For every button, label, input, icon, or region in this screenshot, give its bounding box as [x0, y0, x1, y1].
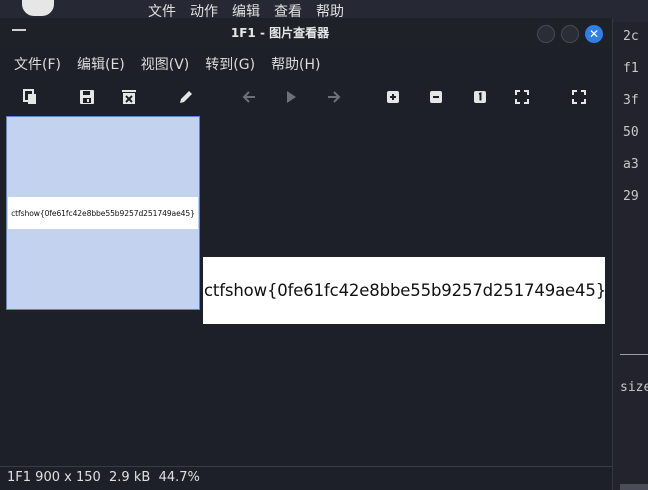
menu-file[interactable]: 文件(F) [14, 54, 61, 74]
hex-value: 2c [623, 29, 639, 44]
menu-view[interactable]: 视图(V) [141, 54, 190, 74]
save-icon [80, 90, 94, 104]
menu-go[interactable]: 转到(G) [205, 54, 255, 74]
displayed-image[interactable]: ctfshow{0fe61fc42e8bbe55b9257d251749ae45… [203, 257, 605, 324]
thumbnail-item-selected[interactable]: ctfshow{0fe61fc42e8bbe55b9257d251749ae45… [6, 116, 200, 310]
status-filesize: 2.9 kB [109, 470, 151, 485]
original-size-button[interactable] [471, 88, 489, 106]
fit-icon [515, 90, 529, 104]
zoom-in-button[interactable] [384, 88, 402, 106]
status-dimensions: 900 x 150 [35, 470, 101, 485]
maximize-button[interactable] [561, 25, 579, 43]
fullscreen-button[interactable] [570, 88, 588, 106]
image-viewer-window: 1F1 - 图片查看器 ✕ 文件(F) 编辑(E) 视图(V) 转到(G) 帮助… [0, 18, 613, 490]
close-button[interactable]: ✕ [585, 25, 603, 43]
editor-scrollbar[interactable] [620, 484, 648, 490]
delete-button[interactable] [120, 88, 138, 106]
zoom-out-button[interactable] [427, 88, 445, 106]
edit-icon [180, 91, 192, 103]
previous-button[interactable] [240, 88, 258, 106]
toolbar [0, 82, 612, 112]
hex-value: 29 [623, 189, 639, 204]
status-zoom: 44.7% [158, 470, 200, 485]
hex-value: f1 [623, 61, 639, 76]
save-button[interactable] [78, 88, 96, 106]
displayed-image-text: ctfshow{0fe61fc42e8bbe55b9257d251749ae45… [204, 281, 605, 300]
fullscreen-icon [572, 90, 586, 104]
copy-button[interactable] [21, 88, 39, 106]
title-bar[interactable]: 1F1 - 图片查看器 ✕ [0, 18, 612, 48]
menu-edit[interactable]: 编辑(E) [77, 54, 125, 74]
editor-divider [620, 354, 648, 355]
back-arrow-icon [242, 91, 255, 103]
close-icon: ✕ [588, 27, 600, 41]
original-size-icon [474, 91, 486, 103]
editor-size-text: size [620, 380, 648, 395]
hex-value: 3f [623, 93, 639, 108]
status-text: 1F1 900 x 150 2.9 kB 44.7% [7, 470, 200, 485]
window-title: 1F1 - 图片查看器 [230, 26, 330, 40]
hex-value: a3 [623, 157, 639, 172]
copy-icon [23, 89, 36, 104]
delete-icon [122, 90, 136, 104]
forward-arrow-icon [328, 91, 341, 103]
edit-button[interactable] [177, 88, 195, 106]
desktop-logo-icon [22, 0, 54, 16]
thumbnail-image-text: ctfshow{0fe61fc42e8bbe55b9257d251749ae45… [11, 208, 195, 218]
next-button[interactable] [325, 88, 343, 106]
hex-value: 50 [623, 125, 639, 140]
menu-help[interactable]: 帮助(H) [271, 54, 320, 74]
fit-window-button[interactable] [513, 88, 531, 106]
minimize-button[interactable] [537, 25, 555, 43]
thumbnail-image: ctfshow{0fe61fc42e8bbe55b9257d251749ae45… [8, 197, 198, 229]
editor-hex-column: 2c f1 3f 50 a3 29 [623, 28, 648, 220]
status-filename: 1F1 [7, 470, 32, 485]
play-button[interactable] [282, 88, 300, 106]
play-icon [287, 91, 296, 103]
zoom-in-icon [387, 91, 399, 103]
zoom-out-icon [430, 91, 442, 103]
status-bar: 1F1 900 x 150 2.9 kB 44.7% [0, 466, 612, 490]
menu-bar: 文件(F) 编辑(E) 视图(V) 转到(G) 帮助(H) [0, 50, 612, 78]
